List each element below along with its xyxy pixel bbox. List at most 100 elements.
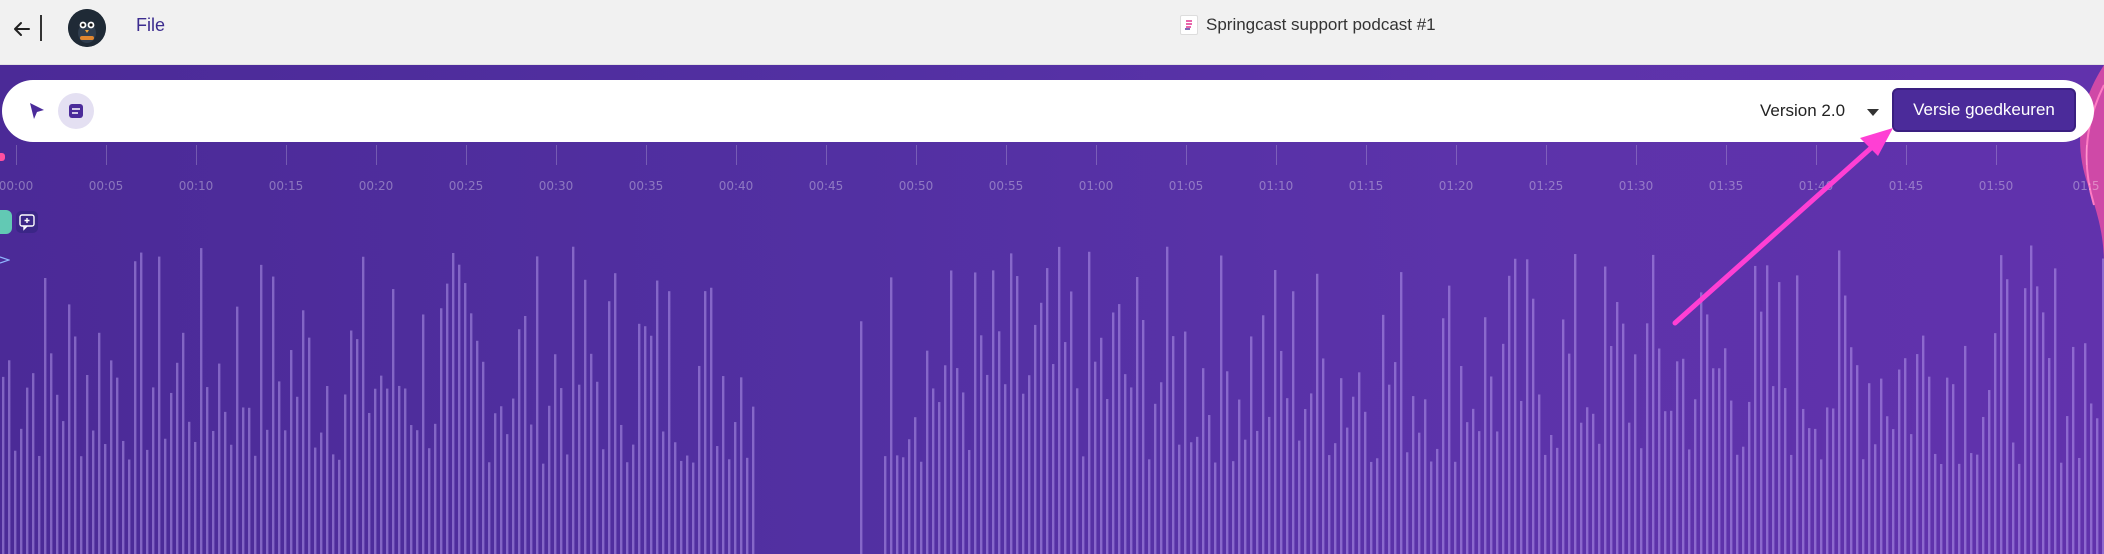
waveform-bar (1358, 372, 1361, 554)
waveform-bar (1244, 439, 1247, 554)
waveform-bar (1946, 377, 1949, 554)
ruler-label: 01:05 (1168, 179, 1204, 193)
timeline-ruler[interactable]: 00:00 00:05 00:10 00:15 00:20 00:25 00:30 00:35… (0, 143, 2104, 193)
waveform-bar (26, 387, 29, 554)
waveform-bar (890, 277, 893, 554)
approve-version-button[interactable]: Versie goedkeuren (1892, 88, 2076, 132)
waveform-bar (1178, 444, 1181, 554)
waveform-bar (1784, 388, 1787, 554)
waveform-bar (32, 373, 35, 554)
caption-tool-button[interactable] (58, 93, 94, 129)
waveform-bar (2018, 463, 2021, 554)
ruler-tick (1456, 145, 1457, 165)
waveform-bar (578, 384, 581, 554)
waveform-bar (1412, 396, 1415, 554)
waveform-bar (410, 425, 413, 554)
waveform-bar (668, 291, 671, 554)
waveform-bar (1292, 291, 1295, 554)
waveform-bar (1370, 461, 1373, 554)
waveform-bar (1598, 443, 1601, 554)
waveform-bar (638, 323, 641, 554)
waveform-bar (1952, 384, 1955, 554)
avatar[interactable] (68, 9, 106, 47)
waveform-bar (596, 381, 599, 554)
file-menu[interactable]: File (136, 15, 165, 36)
ruler-label: 00:45 (808, 179, 844, 193)
ruler-label: 01:20 (1438, 179, 1474, 193)
waveform-bar (752, 406, 755, 554)
ruler-label: 01:40 (1798, 179, 1834, 193)
waveform-bar (1130, 387, 1133, 554)
waveform-bar (1334, 443, 1337, 554)
waveform-bar (1460, 366, 1463, 554)
waveform-bar (530, 424, 533, 554)
arrow-left-icon[interactable] (9, 16, 35, 42)
waveform-bar (326, 386, 329, 554)
waveform-bar (1148, 459, 1151, 554)
ruler-tick (556, 145, 557, 165)
waveform-bar (956, 368, 959, 554)
waveform-bar (1184, 331, 1187, 554)
waveform-bar (1172, 336, 1175, 554)
waveform-bar (2090, 403, 2093, 554)
waveform-bar (560, 388, 563, 554)
ruler-label: 01:5 (2072, 179, 2100, 193)
ruler-label: 01:25 (1528, 179, 1564, 193)
waveform-bar (20, 428, 23, 554)
waveform-bar (1106, 399, 1109, 554)
waveform-bar (1496, 431, 1499, 554)
waveform-bar (1472, 408, 1475, 554)
waveform-bar (2000, 255, 2003, 554)
waveform-bar (50, 353, 53, 554)
waveform-bar (1478, 431, 1481, 554)
ruler-label: 00:00 (0, 179, 34, 193)
waveform-bar (548, 405, 551, 554)
waveform-bar (1958, 463, 1961, 554)
cursor-pointer-icon[interactable] (26, 100, 48, 122)
waveform-bar (1196, 436, 1199, 554)
waveform-bar (164, 438, 167, 554)
ruler-tick (1906, 145, 1907, 165)
waveform-bar (1880, 378, 1883, 554)
ruler-label: 00:55 (988, 179, 1024, 193)
waveform-bar (1004, 384, 1007, 554)
waveform-bar (98, 332, 101, 554)
waveform-bar (518, 329, 521, 554)
waveform-bar (1508, 275, 1511, 554)
waveform-bar (398, 385, 401, 554)
waveform-bar (1664, 411, 1667, 554)
playhead[interactable] (0, 153, 5, 161)
waveform-bar (2048, 358, 2051, 554)
waveform-bar (236, 306, 239, 554)
waveform-bar (248, 407, 251, 554)
waveform-bar (1772, 386, 1775, 554)
waveform-bar (1910, 434, 1913, 554)
waveform-bar (950, 270, 953, 554)
waveform-bar (722, 376, 725, 554)
waveform-bar (1580, 422, 1583, 554)
waveform-bar (1418, 432, 1421, 554)
waveform-bar (1316, 273, 1319, 554)
waveform-bar (1622, 323, 1625, 554)
waveform-bar (1046, 268, 1049, 554)
waveform-bar (1442, 318, 1445, 554)
waveform-bar (86, 374, 89, 554)
waveform-bar (710, 287, 713, 554)
waveform-bar (1556, 447, 1559, 554)
audio-waveform[interactable] (0, 215, 2104, 554)
waveform-bar (350, 330, 353, 554)
waveform-bar (1886, 416, 1889, 554)
divider (40, 15, 42, 41)
waveform-bar (1208, 415, 1211, 554)
ruler-tick (1636, 145, 1637, 165)
version-select[interactable]: Version 2.0 (1760, 95, 1880, 127)
waveform-bar (1232, 461, 1235, 554)
ruler-label: 00:20 (358, 179, 394, 193)
waveform-bar (1118, 304, 1121, 554)
waveform-bar (1616, 302, 1619, 554)
waveform-bar (1676, 361, 1679, 554)
waveform-bar (2012, 442, 2015, 554)
waveform-bar (140, 252, 143, 554)
waveform-bar (962, 392, 965, 554)
waveform-bar (1376, 458, 1379, 554)
